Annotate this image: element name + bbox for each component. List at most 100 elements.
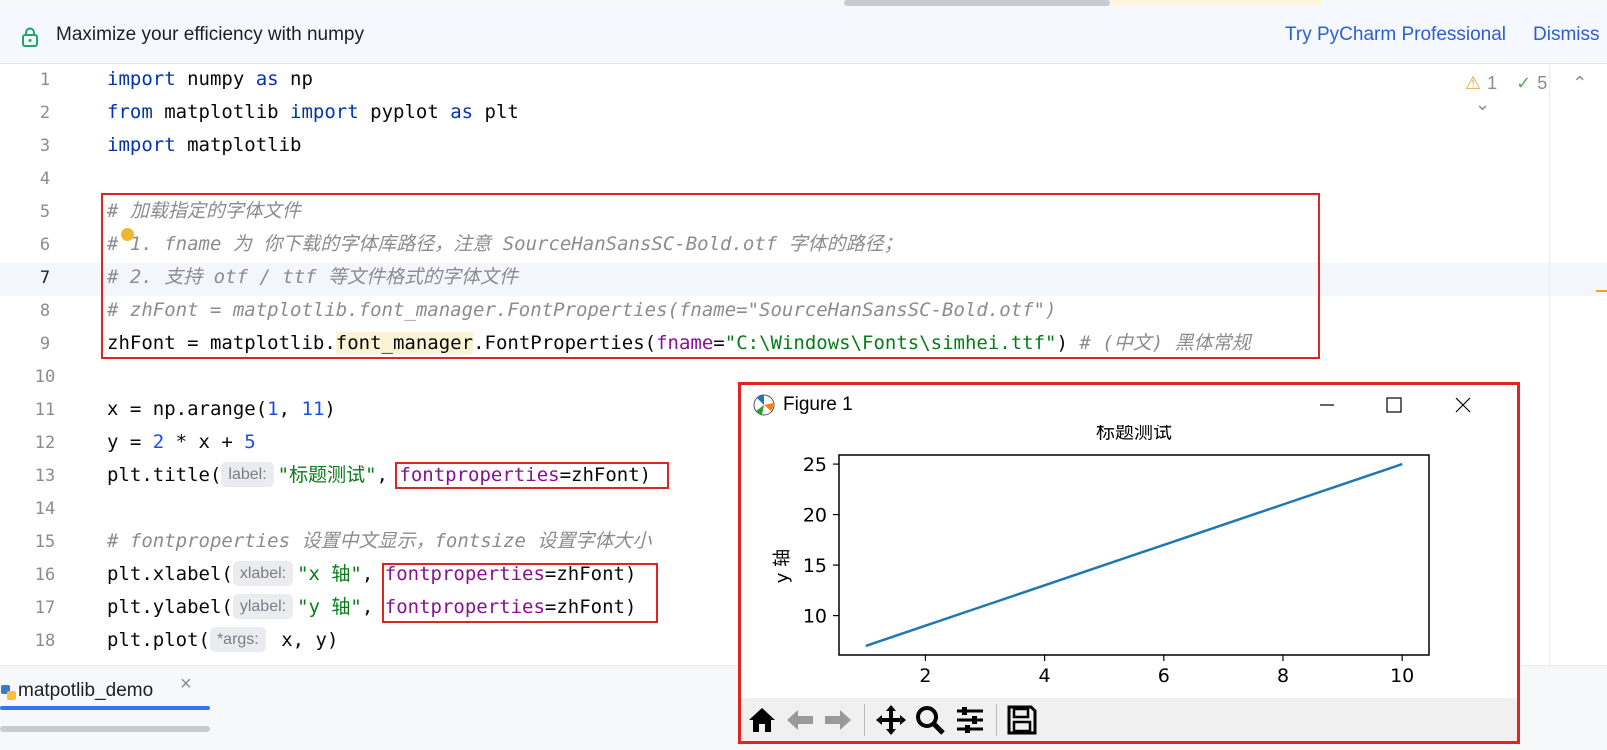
y-axis-label: y 轴 — [772, 549, 793, 583]
parameter-hint: ylabel: — [232, 594, 294, 619]
horizontal-scrollbar-thumb[interactable] — [844, 0, 1110, 6]
matplotlib-app-icon — [753, 394, 775, 416]
figure-toolbar — [741, 698, 1517, 741]
line-number: 7 — [39, 268, 51, 288]
code-text: plt.ylabel( — [107, 596, 233, 618]
chevron-up-icon[interactable]: ⌃ — [1572, 73, 1587, 93]
label-fontproperties-highlight-box — [382, 563, 658, 623]
figure-window-title: Figure 1 — [783, 394, 853, 415]
line-number: 12 — [34, 433, 56, 453]
line-number: 6 — [39, 235, 51, 255]
y-tick-label: 10 — [803, 606, 827, 628]
line-number: 18 — [34, 631, 56, 651]
code-line-12[interactable]: y = 2 * x + 5 — [107, 426, 256, 459]
line-number: 11 — [34, 400, 56, 420]
code-text: x = np.arange( — [107, 398, 268, 420]
check-count: 5 — [1537, 73, 1548, 93]
tab-matpotlib-demo[interactable]: matpotlib_demo — [0, 674, 153, 708]
number-literal: 2 — [152, 431, 165, 453]
line-number: 1 — [39, 70, 51, 90]
line-number: 14 — [34, 499, 56, 519]
back-icon[interactable] — [783, 703, 817, 737]
lock-icon — [22, 27, 38, 47]
figure-window[interactable]: Figure 1 标题测试 y 轴 2 4 6 8 10 10 15 20 25 — [738, 382, 1520, 744]
comment-block-highlight-box — [101, 193, 1320, 359]
y-tick-label: 25 — [803, 454, 827, 476]
warning-icon: ⚠ — [1465, 73, 1482, 93]
banner-message: Maximize your efficiency with numpy — [56, 24, 364, 45]
keyword: as — [450, 101, 474, 123]
code-line-3[interactable]: import matplotlib — [107, 129, 301, 162]
zoom-icon[interactable] — [913, 703, 947, 737]
chart-title: 标题测试 — [1096, 425, 1172, 443]
parameter-hint: *args: — [209, 627, 266, 652]
toolbar-separator — [996, 704, 997, 736]
code-line-2[interactable]: from matplotlib import pyplot as plt — [107, 96, 519, 129]
inspection-widget[interactable]: ⚠ 1 ✓ 5 ⌃ ⌄ — [1465, 73, 1607, 114]
save-icon[interactable] — [1005, 703, 1039, 737]
code-text: y = — [107, 431, 153, 453]
code-line-18[interactable]: plt.plot(*args: x, y) — [107, 624, 338, 657]
code-text: plt.plot( — [107, 629, 210, 651]
line-number: 10 — [34, 367, 56, 387]
try-pycharm-professional-link[interactable]: Try PyCharm Professional — [1285, 24, 1506, 46]
chevron-down-icon[interactable]: ⌄ — [1475, 94, 1490, 114]
toolbar-separator — [864, 704, 865, 736]
close-window-button[interactable] — [1434, 385, 1492, 425]
string-literal: "标题测试" — [277, 464, 377, 486]
configure-icon[interactable] — [953, 703, 987, 737]
y-tick-label: 20 — [803, 505, 827, 527]
promo-banner: Maximize your efficiency with numpy Try … — [0, 7, 1607, 64]
keyword: import — [107, 134, 176, 156]
number-literal: 1 — [267, 398, 279, 420]
parameter-hint: xlabel: — [232, 561, 294, 586]
minimize-button[interactable] — [1298, 385, 1356, 425]
code-text: plt.xlabel( — [107, 563, 233, 585]
keyword: from — [107, 101, 153, 123]
forward-icon[interactable] — [821, 703, 855, 737]
code-text: plt.title( — [107, 464, 222, 486]
dismiss-link[interactable]: Dismiss — [1533, 24, 1600, 46]
line-number: 3 — [39, 136, 51, 156]
plot-canvas[interactable]: 标题测试 y 轴 2 4 6 8 10 10 15 20 25 — [741, 425, 1517, 698]
error-stripe-mark[interactable] — [1596, 290, 1607, 292]
pan-icon[interactable] — [874, 703, 908, 737]
home-icon[interactable] — [745, 703, 779, 737]
code-line-11[interactable]: x = np.arange(1, 11) — [107, 393, 336, 426]
figure-title-bar[interactable]: Figure 1 — [741, 385, 1517, 425]
editor-right-margin — [1549, 65, 1550, 665]
code-text: , — [278, 398, 302, 420]
line-number: 13 — [34, 466, 56, 486]
keyword: import — [107, 68, 176, 90]
horizontal-scrollbar[interactable] — [0, 726, 210, 732]
x-tick-label: 6 — [1158, 665, 1170, 687]
line-number: 15 — [34, 532, 56, 552]
parameter-hint: label: — [221, 462, 274, 487]
tab-label: matpotlib_demo — [18, 680, 154, 701]
code-line-15[interactable]: # fontproperties 设置中文显示，fontsize 设置字体大小 — [107, 525, 651, 558]
x-tick-label: 2 — [919, 665, 931, 687]
x-tick-label: 10 — [1390, 665, 1414, 687]
scroll-highlight — [1112, 0, 1322, 6]
code-text: * x + — [164, 431, 245, 453]
number-literal: 5 — [244, 431, 256, 453]
series-line — [865, 462, 1403, 648]
string-literal: "x 轴" — [297, 563, 362, 585]
line-number: 16 — [34, 565, 56, 585]
x-tick-label: 8 — [1277, 665, 1289, 687]
y-tick-label: 15 — [803, 555, 827, 577]
check-icon: ✓ — [1516, 73, 1532, 93]
code-text: matplotlib — [175, 134, 302, 156]
code-text: matplotlib — [152, 101, 291, 123]
keyword: as — [255, 68, 279, 90]
maximize-button[interactable] — [1365, 385, 1423, 425]
close-icon[interactable]: × — [180, 673, 192, 696]
string-literal: "y 轴" — [297, 596, 362, 618]
line-number: 2 — [39, 103, 51, 123]
code-text: plt — [473, 101, 519, 123]
top-scroll-strip — [0, 0, 1607, 7]
code-line-1[interactable]: import numpy as np — [107, 63, 313, 96]
keyword: import — [290, 101, 359, 123]
code-text: numpy — [175, 68, 256, 90]
code-text: pyplot — [358, 101, 451, 123]
